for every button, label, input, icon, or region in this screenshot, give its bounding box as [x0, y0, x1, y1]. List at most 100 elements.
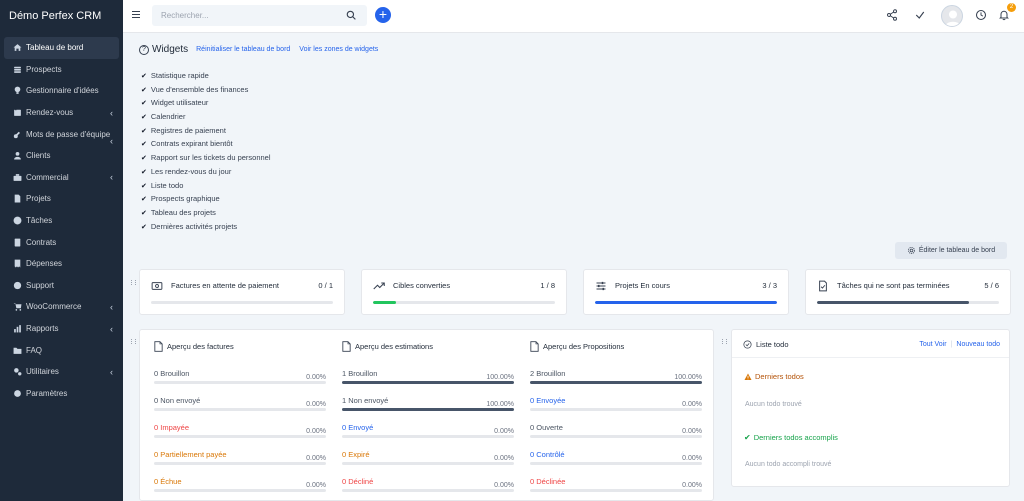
sidebar-item-support[interactable]: Support — [0, 275, 123, 297]
widget-list-item: Liste todo — [141, 179, 271, 193]
sidebar-item-label: Prospects — [26, 64, 62, 74]
overview-row[interactable]: 0 Non envoyé 0.00% — [154, 396, 326, 416]
warning-icon — [744, 373, 752, 380]
stat-card: Cibles converties 1 / 8 — [361, 269, 567, 315]
overview-row[interactable]: 0 Déclinée 0.00% — [530, 477, 702, 497]
new-todo-link[interactable]: Nouveau todo — [956, 341, 1000, 348]
top-header: + 2 — [123, 0, 1024, 33]
sidebar-item-tableau-de-bord[interactable]: Tableau de bord — [4, 37, 119, 59]
view-all-todos-link[interactable]: Tout Voir — [919, 341, 946, 348]
edit-dashboard-button[interactable]: Éditer le tableau de bord — [895, 242, 1007, 259]
sidebar-item-utilitaires[interactable]: Utilitaires ‹ — [0, 361, 123, 383]
sidebar-item-woocommerce[interactable]: WooCommerce ‹ — [0, 296, 123, 318]
overview-row-label: 1 Brouillon — [342, 369, 378, 378]
stat-label: Tâches qui ne sont pas terminées — [837, 281, 950, 290]
sidebar-item-prospects[interactable]: Prospects — [0, 59, 123, 81]
search-input[interactable] — [152, 5, 367, 26]
stat-card: Tâches qui ne sont pas terminées 5 / 6 — [805, 269, 1011, 315]
sidebar-item-label: Rendez-vous — [26, 108, 74, 118]
sidebar-item-d-penses[interactable]: Dépenses — [0, 253, 123, 275]
stat-value: 0 / 1 — [318, 281, 333, 290]
document-icon — [154, 341, 163, 352]
overview-progress-bar — [342, 489, 514, 492]
overview-row[interactable]: 0 Décliné 0.00% — [342, 477, 514, 497]
stat-progress-fill — [817, 301, 969, 304]
overview-row[interactable]: 1 Non envoyé 100.00% — [342, 396, 514, 416]
chevron-left-icon: ‹ — [110, 172, 113, 183]
sidebar-nav: Tableau de bord Prospects Gestionnaire d'i… — [0, 33, 123, 404]
document-icon — [530, 341, 539, 352]
overview-row-label: 1 Non envoyé — [342, 396, 389, 405]
sidebar-item-rapports[interactable]: Rapports ‹ — [0, 318, 123, 340]
sidebar-item-faq[interactable]: FAQ — [0, 339, 123, 361]
done-todos-empty: Aucun todo accompli trouvé — [745, 461, 832, 468]
overview-progress-fill — [342, 408, 514, 411]
overview-row-percent: 0.00% — [682, 401, 702, 408]
overview-row[interactable]: 0 Envoyée 0.00% — [530, 396, 702, 416]
checkmark-icon[interactable] — [914, 9, 926, 21]
quick-add-button[interactable]: + — [375, 7, 391, 23]
sidebar-item-label: Mots de passe d'équipe — [26, 129, 111, 139]
sidebar-item-t-ches[interactable]: Tâches — [0, 210, 123, 232]
task-file-icon — [819, 280, 827, 292]
overview-row[interactable]: 0 Échue 0.00% — [154, 477, 326, 497]
sidebar-item-label: Gestionnaire d'idées — [26, 86, 99, 96]
overview-title-label: Aperçu des Propositions — [543, 342, 625, 351]
sidebar: Démo Perfex CRM Tableau de bord Prospects… — [0, 0, 123, 501]
overview-row[interactable]: 0 Contrôlé 0.00% — [530, 450, 702, 470]
menu-toggle-icon[interactable] — [132, 11, 140, 19]
overview-row-label: 0 Non envoyé — [154, 396, 201, 405]
overview-title: Aperçu des Propositions — [530, 341, 624, 352]
overview-progress-bar — [154, 381, 326, 384]
folder-icon — [9, 346, 25, 355]
search-icon[interactable] — [346, 10, 356, 20]
sidebar-item-contrats[interactable]: Contrats — [0, 231, 123, 253]
overview-row[interactable]: 0 Impayée 0.00% — [154, 423, 326, 443]
brand-title[interactable]: Démo Perfex CRM — [0, 0, 123, 33]
overview-row[interactable]: 0 Partiellement payée 0.00% — [154, 450, 326, 470]
share-icon[interactable] — [886, 9, 898, 21]
overview-row[interactable]: 1 Brouillon 100.00% — [342, 369, 514, 389]
overview-row[interactable]: 0 Brouillon 0.00% — [154, 369, 326, 389]
sidebar-item-mots-de-passe-d-quipe[interactable]: Mots de passe d'équipe ‹ — [0, 123, 123, 146]
stat-progress-bar — [151, 301, 333, 304]
overview-progress-bar — [154, 489, 326, 492]
sidebar-item-label: Contrats — [26, 237, 57, 247]
stat-value: 1 / 8 — [540, 281, 555, 290]
gear-icon — [9, 389, 25, 398]
widget-zones-link[interactable]: Voir les zones de widgets — [299, 46, 378, 53]
overview-row-percent: 0.00% — [682, 455, 702, 462]
sidebar-item-commercial[interactable]: Commercial ‹ — [0, 167, 123, 189]
overview-row[interactable]: 0 Envoyé 0.00% — [342, 423, 514, 443]
overview-title-label: Aperçu des factures — [167, 342, 234, 351]
sidebar-item-clients[interactable]: Clients — [0, 145, 123, 167]
todo-header: Liste todo Tout Voir | Nouveau todo — [732, 330, 1009, 358]
drag-handle-icon[interactable] — [722, 339, 727, 347]
overview-progress-bar — [342, 408, 514, 411]
reset-dashboard-link[interactable]: Réinitialiser le tableau de bord — [196, 46, 290, 53]
help-icon[interactable]: ? — [139, 44, 149, 55]
stat-progress-fill — [373, 301, 396, 304]
drag-handle-icon[interactable] — [131, 280, 136, 288]
avatar[interactable] — [941, 5, 963, 27]
clock-icon[interactable] — [975, 9, 987, 21]
overview-row-label: 0 Décliné — [342, 477, 374, 486]
document-icon — [9, 238, 25, 247]
overview-row[interactable]: 2 Brouillon 100.00% — [530, 369, 702, 389]
stat-label: Factures en attente de paiement — [171, 281, 279, 290]
stat-progress-bar — [373, 301, 555, 304]
sidebar-item-param-tres[interactable]: Paramètres — [0, 383, 123, 405]
overview-row-label: 0 Partiellement payée — [154, 450, 227, 459]
overview-row[interactable]: 0 Ouverte 0.00% — [530, 423, 702, 443]
overview-row-percent: 0.00% — [306, 374, 326, 381]
overview-row[interactable]: 0 Expiré 0.00% — [342, 450, 514, 470]
overview-progress-bar — [530, 408, 702, 411]
check-circle-icon — [743, 340, 752, 349]
overview-row-percent: 0.00% — [682, 428, 702, 435]
drag-handle-icon[interactable] — [131, 339, 136, 347]
invoice-icon — [151, 282, 163, 290]
sidebar-item-projets[interactable]: Projets — [0, 188, 123, 210]
sidebar-item-rendez-vous[interactable]: Rendez-vous ‹ — [0, 102, 123, 124]
sidebar-item-gestionnaire-d-id-es[interactable]: Gestionnaire d'idées — [0, 80, 123, 102]
cogs-icon — [9, 367, 25, 376]
